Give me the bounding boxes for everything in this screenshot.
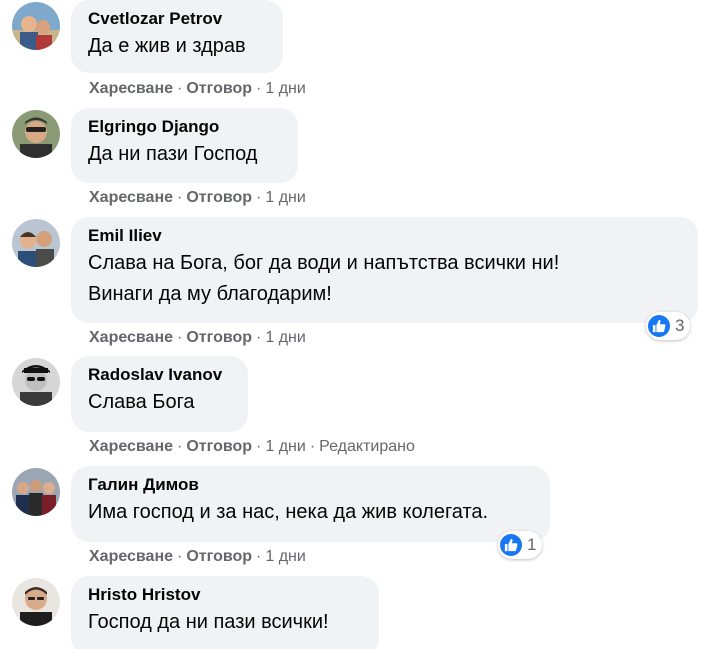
comment-author[interactable]: Hristo Hristov	[88, 585, 365, 607]
comment-text: Слава Бога	[88, 391, 195, 413]
comment-time[interactable]: 1 дни	[265, 329, 305, 346]
reply-link[interactable]: Отговор	[186, 80, 252, 97]
reaction-count: 1	[527, 535, 537, 554]
like-icon	[648, 315, 670, 337]
comment-author[interactable]: Emil Iliev	[88, 226, 684, 248]
like-link[interactable]: Харесване	[89, 438, 173, 455]
like-link[interactable]: Харесване	[89, 189, 173, 206]
reply-link[interactable]: Отговор	[186, 329, 252, 346]
separator: ·	[256, 80, 262, 97]
separator: ·	[177, 548, 183, 565]
separator: ·	[177, 438, 183, 455]
separator: ·	[177, 189, 183, 206]
separator: ·	[256, 548, 262, 565]
comment-text: Винаги да му благодарим!	[88, 283, 332, 305]
avatar[interactable]	[12, 219, 60, 267]
comment-time[interactable]: 1 дни	[265, 189, 305, 206]
separator: ·	[256, 189, 262, 206]
avatar[interactable]	[12, 468, 60, 516]
comment-bubble: Emil Iliev Слава на Бога, бог да води и …	[71, 217, 698, 323]
separator: ·	[256, 438, 262, 455]
comment-bubble: Галин Димов Има господ и за нас, нека да…	[71, 466, 550, 542]
reply-link[interactable]: Отговор	[186, 438, 252, 455]
avatar[interactable]	[12, 2, 60, 50]
reaction-count: 3	[675, 316, 685, 335]
separator: ·	[177, 80, 183, 97]
comment-text: Да е жив и здрав	[88, 35, 246, 57]
comment-list: Cvetlozar Petrov Да е жив и здрав Харесв…	[0, 0, 705, 649]
comment-author[interactable]: Elgringo Django	[88, 117, 284, 139]
comment-bubble: Hristo Hristov Господ да ни пази всички!	[71, 576, 379, 649]
edited-label: Редактирано	[319, 438, 415, 455]
comment-text: Да ни пази Господ	[88, 143, 258, 165]
reaction-badge[interactable]: 1	[498, 531, 543, 559]
comment-bubble: Radoslav Ivanov Слава Бога	[71, 356, 248, 432]
comment-text: Слава на Бога, бог да води и напътства в…	[88, 252, 560, 274]
comment-text: Има господ и за нас, нека да жив колегат…	[88, 501, 489, 523]
like-link[interactable]: Харесване	[89, 329, 173, 346]
comment-actions: Харесване · Отговор · 1 дни	[89, 188, 306, 208]
comment-author[interactable]: Radoslav Ivanov	[88, 365, 234, 387]
comment-bubble: Cvetlozar Petrov Да е жив и здрав	[71, 0, 283, 73]
like-link[interactable]: Харесване	[89, 548, 173, 565]
comment-time[interactable]: 1 дни	[265, 548, 305, 565]
like-link[interactable]: Харесване	[89, 80, 173, 97]
separator: ·	[177, 329, 183, 346]
comment-text: Господ да ни пази всички!	[88, 611, 329, 633]
separator: ·	[256, 329, 262, 346]
separator: ·	[309, 438, 316, 455]
comment-bubble: Elgringo Django Да ни пази Господ	[71, 108, 298, 183]
avatar[interactable]	[12, 358, 60, 406]
reply-link[interactable]: Отговор	[186, 189, 252, 206]
avatar[interactable]	[12, 110, 60, 158]
comment-actions: Харесване · Отговор · 1 дни	[89, 547, 306, 567]
comment-author[interactable]: Галин Димов	[88, 475, 536, 497]
comment-actions: Харесване · Отговор · 1 дни	[89, 328, 306, 348]
like-icon	[500, 534, 522, 556]
comment-actions: Харесване · Отговор · 1 дни · Редактирано	[89, 437, 415, 457]
comment-time[interactable]: 1 дни	[265, 80, 305, 97]
comment-author[interactable]: Cvetlozar Petrov	[88, 9, 269, 31]
avatar[interactable]	[12, 578, 60, 626]
comment-actions: Харесване · Отговор · 1 дни	[89, 79, 306, 99]
reply-link[interactable]: Отговор	[186, 548, 252, 565]
comment-time[interactable]: 1 дни	[265, 438, 305, 455]
reaction-badge[interactable]: 3	[646, 312, 691, 340]
